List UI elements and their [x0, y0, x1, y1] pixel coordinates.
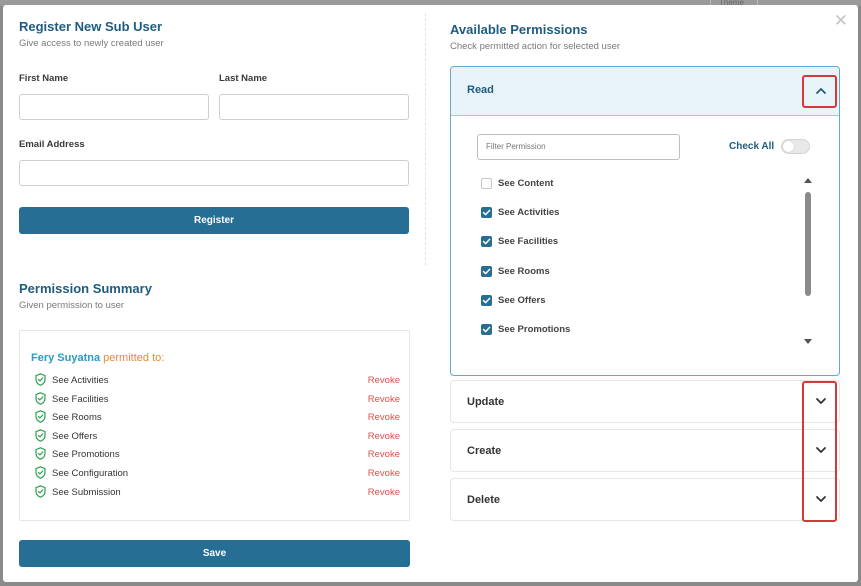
shield-check-icon [35, 410, 46, 424]
check-all-label: Check All [729, 141, 775, 152]
check-icon [482, 297, 491, 304]
summary-row-label: See Activities [52, 375, 109, 386]
revoke-link[interactable]: Revoke [368, 468, 400, 479]
check-icon [482, 268, 491, 274]
permission-list-scrollbar[interactable] [803, 178, 813, 344]
create-panel-title: Create [467, 445, 502, 457]
summary-row: See Promotions Revoke [35, 447, 400, 461]
email-label: Email Address [19, 139, 85, 150]
summary-permitted-text: permitted to: [103, 352, 165, 364]
revoke-link[interactable]: Revoke [368, 487, 400, 498]
read-panel: Read Filter Permission Check All See Con… [450, 66, 840, 376]
available-permissions-header: Available Permissions Check permitted ac… [450, 22, 620, 52]
close-icon[interactable]: ✕ [834, 12, 848, 29]
summary-subtitle: Given permission to user [19, 300, 125, 311]
summary-row-label: See Rooms [52, 412, 102, 424]
permission-label: See Offers [498, 294, 546, 306]
summary-row: See Configuration Revoke [35, 466, 400, 480]
create-panel-header[interactable]: Create [451, 430, 839, 471]
scroll-down-arrow[interactable] [804, 339, 812, 344]
summary-row-label: See Facilities [52, 393, 109, 405]
read-panel-title: Read [467, 84, 494, 96]
permission-label: See Activities [498, 207, 560, 219]
permission-item[interactable]: See Facilities [481, 235, 681, 249]
register-form: Register New Sub User Give access to new… [19, 19, 410, 49]
create-panel[interactable]: Create [450, 429, 840, 472]
permission-item[interactable]: See Offers [481, 294, 681, 308]
last-name-label: Last Name [219, 73, 268, 84]
update-panel-title: Update [467, 396, 505, 408]
checkbox-checked[interactable] [481, 236, 492, 248]
permission-item[interactable]: See Content [481, 177, 681, 191]
highlight-box-collapsed-chevrons [802, 381, 837, 522]
update-panel[interactable]: Update [450, 380, 840, 423]
scroll-thumb[interactable] [805, 192, 811, 296]
check-icon [482, 326, 491, 333]
revoke-link[interactable]: Revoke [368, 431, 400, 442]
permissions-subtitle: Check permitted action for selected user [450, 41, 621, 52]
revoke-link[interactable]: Revoke [368, 394, 400, 405]
highlight-box-read-chevron [802, 75, 837, 108]
delete-panel-header[interactable]: Delete [451, 479, 839, 520]
register-title: Register New Sub User [19, 19, 163, 34]
first-name-input[interactable] [19, 94, 209, 120]
summary-row: See Facilities Revoke [35, 391, 400, 406]
summary-row: See Rooms Revoke [35, 410, 400, 424]
checkbox-checked[interactable] [481, 324, 492, 335]
checkbox-checked[interactable] [481, 207, 492, 219]
permission-item[interactable]: See Promotions [481, 323, 681, 337]
delete-panel-title: Delete [467, 494, 501, 506]
check-icon [482, 209, 491, 216]
shield-check-icon [35, 391, 46, 405]
check-all-toggle[interactable] [781, 139, 810, 154]
summary-row-label: See Promotions [52, 449, 120, 461]
update-panel-header[interactable]: Update [451, 381, 839, 422]
summary-row: See Submission Revoke [35, 484, 400, 499]
summary-heading: Fery Suyatna permitted to: [31, 352, 164, 364]
permission-summary-header: Permission Summary Given permission to u… [19, 281, 152, 311]
permission-label: See Promotions [498, 324, 571, 335]
permission-label: See Facilities [498, 236, 559, 248]
summary-row-label: See Submission [52, 486, 121, 498]
summary-title: Permission Summary [19, 281, 152, 296]
permission-label: See Rooms [498, 265, 550, 277]
summary-row-label: See Offers [52, 430, 98, 442]
permission-summary-box: Fery Suyatna permitted to: See Activitie… [19, 330, 410, 521]
checkbox-checked[interactable] [481, 265, 492, 277]
revoke-link[interactable]: Revoke [368, 449, 400, 460]
permissions-title: Available Permissions [450, 22, 588, 37]
shield-check-icon [35, 447, 46, 461]
shield-check-icon [35, 428, 46, 442]
revoke-link[interactable]: Revoke [368, 412, 400, 423]
summary-row: See Offers Revoke [35, 428, 400, 443]
first-name-label: First Name [19, 73, 69, 84]
delete-panel[interactable]: Delete [450, 478, 840, 521]
summary-row: See Activities Revoke [35, 373, 400, 387]
filter-permission-input[interactable]: Filter Permission [477, 134, 680, 160]
check-icon [482, 239, 491, 245]
toggle-knob [783, 141, 794, 152]
permission-label: See Content [498, 178, 554, 189]
summary-user-name: Fery Suyatna [31, 352, 101, 364]
summary-row-label: See Configuration [52, 468, 129, 479]
email-input[interactable] [19, 160, 409, 186]
register-button[interactable]: Register [19, 207, 409, 234]
column-divider [425, 13, 426, 265]
shield-check-icon [35, 484, 46, 498]
save-button[interactable]: Save [19, 540, 410, 567]
shield-check-icon [35, 466, 46, 479]
revoke-link[interactable]: Revoke [368, 375, 400, 386]
checkbox-unchecked[interactable] [481, 178, 492, 189]
register-subtitle: Give access to newly created user [19, 38, 164, 49]
checkbox-checked[interactable] [481, 294, 492, 306]
permission-item[interactable]: See Activities [481, 206, 681, 220]
permission-item[interactable]: See Rooms [481, 265, 681, 279]
last-name-input[interactable] [219, 94, 409, 120]
scroll-up-arrow[interactable] [804, 178, 812, 183]
register-sub-user-modal: ✕ Register New Sub User Give access to n… [3, 5, 858, 582]
read-panel-header[interactable]: Read [451, 67, 839, 116]
shield-check-icon [35, 373, 46, 386]
